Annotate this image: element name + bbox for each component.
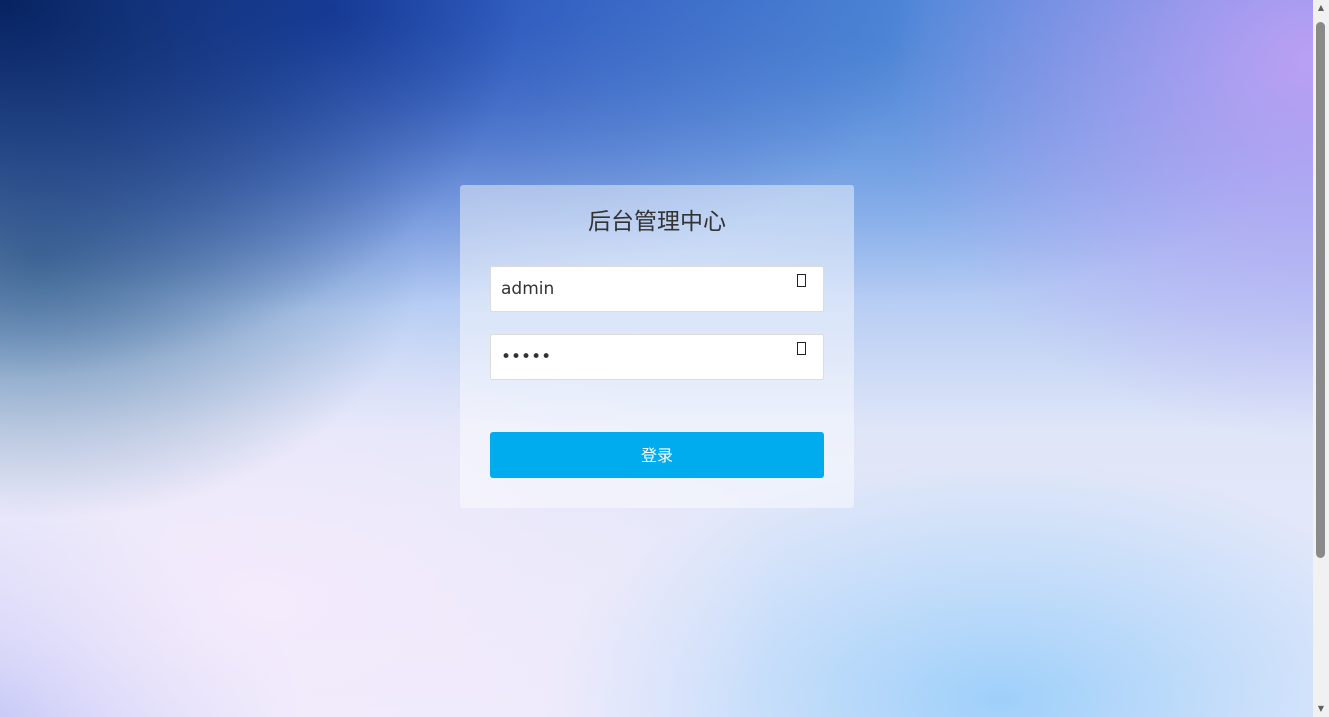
page-background: 后台管理中心 登录 (0, 0, 1313, 717)
scroll-down-arrow-icon[interactable]: ▼ (1313, 701, 1329, 717)
password-input[interactable] (491, 335, 801, 379)
scroll-thumb[interactable] (1316, 22, 1325, 558)
password-field[interactable] (490, 334, 824, 380)
login-button[interactable]: 登录 (490, 432, 824, 478)
page-title: 后台管理中心 (588, 209, 726, 235)
username-field[interactable] (490, 266, 824, 312)
user-icon (797, 274, 806, 287)
username-input[interactable] (491, 267, 801, 311)
lock-icon (797, 342, 806, 355)
vertical-scrollbar[interactable]: ▲ ▼ (1313, 0, 1329, 717)
scroll-up-arrow-icon[interactable]: ▲ (1313, 0, 1329, 16)
login-panel: 后台管理中心 登录 (460, 185, 854, 508)
